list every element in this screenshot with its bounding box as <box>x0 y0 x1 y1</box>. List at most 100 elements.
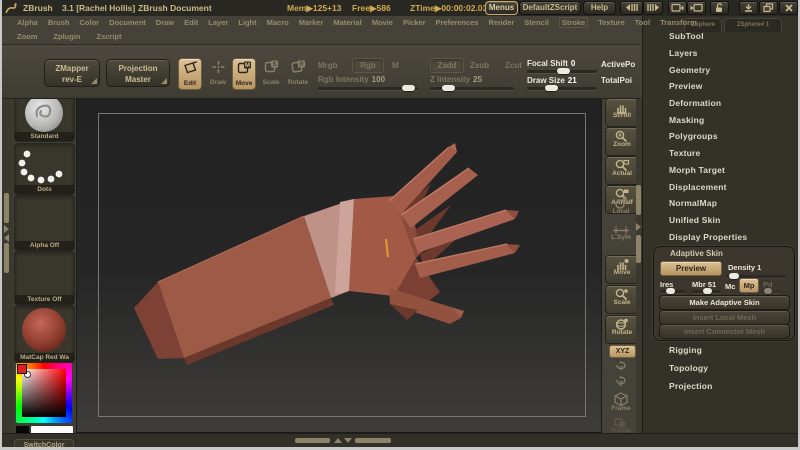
menu-preferences[interactable]: Preferences <box>436 18 479 27</box>
ires-slider[interactable] <box>660 288 686 294</box>
rgb-toggle[interactable]: Rgb <box>352 58 384 73</box>
focal-shift-slider[interactable] <box>527 68 597 74</box>
z-intensity-slider[interactable] <box>430 85 514 91</box>
hscroll-segment[interactable] <box>295 438 330 443</box>
actual-button[interactable]: Actual <box>605 156 639 185</box>
edit-mode-button[interactable]: Edit <box>178 58 202 90</box>
menu-edit[interactable]: Edit <box>184 18 198 27</box>
scroll-segment[interactable] <box>4 243 9 273</box>
divider-arrow-left-icon[interactable] <box>4 234 9 242</box>
focal-shift-thumb[interactable] <box>557 68 570 74</box>
section-unified-skin[interactable]: Unified Skin <box>643 212 799 229</box>
section-projection[interactable]: Projection <box>643 377 799 395</box>
zcut-toggle[interactable]: Zcut <box>505 61 522 70</box>
right-tray-toggle-button[interactable] <box>687 1 706 15</box>
current-brush-selector[interactable]: Standard <box>14 92 75 142</box>
menu-tool[interactable]: Tool <box>635 18 650 27</box>
menu-stencil[interactable]: Stencil <box>524 18 549 27</box>
menu-picker[interactable]: Picker <box>403 18 426 27</box>
current-texture-selector[interactable]: Texture Off <box>14 251 75 305</box>
close-button[interactable] <box>779 1 798 15</box>
local-button[interactable]: Local <box>605 195 637 215</box>
hue-swatch[interactable] <box>17 364 27 374</box>
scroll-right-button[interactable] <box>643 1 663 15</box>
yrot-toggle[interactable]: Y <box>605 359 637 373</box>
menu-texture[interactable]: Texture <box>598 18 625 27</box>
menu-render[interactable]: Render <box>488 18 514 27</box>
section-preview[interactable]: Preview <box>643 78 799 95</box>
pd-slider[interactable] <box>762 288 780 294</box>
color-picker[interactable] <box>16 363 72 423</box>
rgb-intensity-slider[interactable] <box>318 85 418 91</box>
left-tray-scrollbar[interactable] <box>2 97 13 433</box>
move-mode-button[interactable]: M Move <box>232 58 256 90</box>
section-display-properties[interactable]: Display Properties <box>643 228 799 245</box>
section-topology[interactable]: Topology <box>643 359 799 377</box>
current-alpha-selector[interactable]: Alpha Off <box>14 195 75 251</box>
section-deformation[interactable]: Deformation <box>643 95 799 112</box>
scroll-left-button[interactable] <box>620 1 643 15</box>
zrot-toggle[interactable]: Z <box>605 374 637 388</box>
menu-zoom[interactable]: Zoom <box>17 32 37 41</box>
scroll-up-icon[interactable] <box>334 438 342 443</box>
divider-arrow-right-icon[interactable] <box>636 223 641 231</box>
restore-button[interactable] <box>759 1 778 15</box>
section-displacement[interactable]: Displacement <box>643 178 799 195</box>
default-zscript-button[interactable]: DefaultZScript <box>519 1 581 15</box>
lsym-button[interactable]: L.Sym <box>605 223 637 241</box>
projection-master-button[interactable]: Projection Master <box>106 59 170 87</box>
help-button[interactable]: Help <box>583 1 616 15</box>
menu-zplugin[interactable]: Zplugin <box>53 32 80 41</box>
menu-transform[interactable]: Transform <box>660 18 697 27</box>
section-masking[interactable]: Masking <box>643 111 799 128</box>
menu-alpha[interactable]: Alpha <box>17 18 38 27</box>
preview-button[interactable]: Preview <box>660 261 722 276</box>
pd-thumb[interactable] <box>764 288 772 294</box>
menus-button[interactable]: Menus <box>485 1 518 15</box>
draw-mode-button[interactable]: Draw <box>206 58 230 90</box>
scroll-down-icon[interactable] <box>344 438 352 443</box>
lock-button[interactable] <box>710 1 729 15</box>
section-layers[interactable]: Layers <box>643 45 799 62</box>
z-intensity-thumb[interactable] <box>442 85 455 91</box>
rotate-mode-button[interactable]: R Rotate <box>286 58 310 90</box>
section-normalmap[interactable]: NormalMap <box>643 195 799 212</box>
document-canvas[interactable] <box>76 97 602 433</box>
mp-toggle[interactable]: Mp <box>739 278 759 293</box>
current-material-selector[interactable]: MatCap Red Wa <box>14 305 75 363</box>
mc-toggle[interactable]: Mc <box>725 282 735 291</box>
section-morph-target[interactable]: Morph Target <box>643 162 799 179</box>
frame-button[interactable]: Frame <box>605 390 637 412</box>
menu-movie[interactable]: Movie <box>372 18 393 27</box>
sv-square[interactable] <box>22 369 66 417</box>
menu-stroke[interactable]: Stroke <box>558 17 589 28</box>
menu-zscript[interactable]: Zscript <box>97 32 122 41</box>
menu-macro[interactable]: Macro <box>267 18 289 27</box>
scroll-segment[interactable] <box>636 185 641 215</box>
zsub-toggle[interactable]: Zsub <box>470 61 489 70</box>
ires-thumb[interactable] <box>666 288 675 294</box>
current-stroke-selector[interactable]: Dots <box>14 143 75 195</box>
menu-layer[interactable]: Layer <box>208 18 228 27</box>
minimize-button[interactable] <box>739 1 758 15</box>
move-view-button[interactable]: Move <box>605 255 639 284</box>
section-subtool[interactable]: SubTool <box>643 28 799 45</box>
transp-button[interactable]: Transp <box>605 415 637 434</box>
left-tray-toggle-button[interactable] <box>668 1 687 15</box>
zmapper-button[interactable]: ZMapper rev-E <box>44 59 100 87</box>
hand-model[interactable] <box>77 98 601 432</box>
scale-mode-button[interactable]: S Scale <box>259 58 283 90</box>
m-toggle[interactable]: M <box>392 61 399 70</box>
make-adaptive-skin-button[interactable]: Make Adaptive Skin <box>659 295 790 310</box>
density-label[interactable]: Density 1 <box>728 263 761 272</box>
mbr-thumb[interactable] <box>703 288 712 294</box>
menu-color[interactable]: Color <box>80 18 100 27</box>
scale-view-button[interactable]: Scale <box>605 285 639 314</box>
menu-marker[interactable]: Marker <box>299 18 324 27</box>
xyz-toggle[interactable]: XYZ <box>609 345 636 358</box>
menu-light[interactable]: Light <box>238 18 256 27</box>
menu-material[interactable]: Material <box>333 18 361 27</box>
draw-size-thumb[interactable] <box>545 85 558 91</box>
insert-connector-mesh-button[interactable]: Insert Connector Mesh <box>659 324 790 339</box>
menu-document[interactable]: Document <box>109 18 146 27</box>
